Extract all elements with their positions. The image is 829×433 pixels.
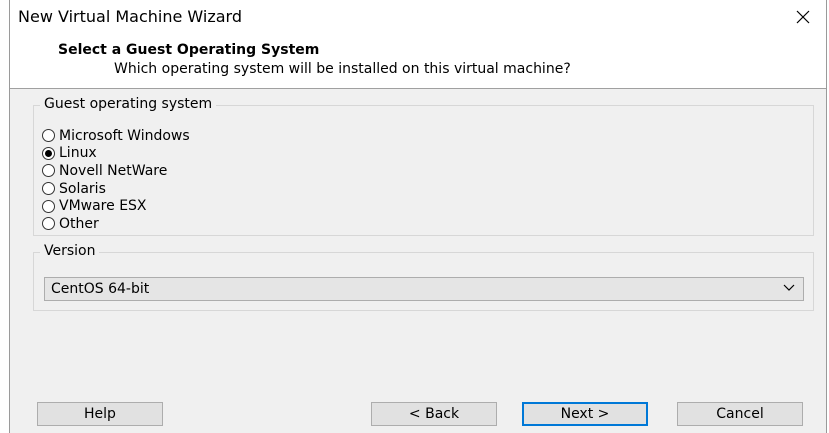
radio-button[interactable]	[42, 217, 55, 231]
radio-button[interactable]	[42, 199, 55, 213]
radio-selected-dot	[45, 149, 52, 157]
cancel-button[interactable]: Cancel	[677, 402, 803, 426]
radio-solaris[interactable]: Solaris	[42, 180, 190, 198]
window-title: New Virtual Machine Wizard	[18, 7, 242, 26]
wizard-body: Guest operating system Microsoft Windows…	[10, 89, 826, 381]
radio-label: Linux	[59, 145, 97, 162]
radio-button[interactable]	[42, 129, 55, 143]
radio-label: Other	[59, 215, 99, 232]
radio-linux[interactable]: Linux	[42, 145, 190, 163]
radio-label: Novell NetWare	[59, 162, 168, 179]
radio-novell-netware[interactable]: Novell NetWare	[42, 162, 190, 180]
radio-vmware-esx[interactable]: VMware ESX	[42, 197, 190, 215]
version-group: Version CentOS 64-bit	[33, 243, 814, 311]
version-legend: Version	[40, 243, 100, 259]
radio-button[interactable]	[42, 182, 55, 196]
radio-other[interactable]: Other	[42, 215, 190, 233]
page-title: Select a Guest Operating System	[58, 42, 320, 58]
back-button[interactable]: < Back	[371, 402, 497, 426]
next-button[interactable]: Next >	[522, 402, 648, 426]
radio-label: VMware ESX	[59, 198, 147, 215]
radio-button[interactable]	[42, 164, 55, 178]
radio-button[interactable]	[42, 146, 55, 160]
radio-label: Solaris	[59, 180, 106, 197]
chevron-down-icon	[783, 284, 795, 291]
wizard-header: Select a Guest Operating System Which op…	[10, 34, 826, 89]
help-button[interactable]: Help	[37, 402, 163, 426]
guest-os-legend: Guest operating system	[40, 96, 217, 112]
radio-microsoft-windows[interactable]: Microsoft Windows	[42, 127, 190, 145]
version-dropdown[interactable]: CentOS 64-bit	[44, 277, 804, 301]
radio-label: Microsoft Windows	[59, 127, 190, 144]
guest-os-radio-list: Microsoft Windows Linux Novell NetWare S…	[42, 127, 190, 233]
title-bar: New Virtual Machine Wizard	[10, 0, 826, 34]
close-button[interactable]	[786, 2, 820, 32]
page-subtitle: Which operating system will be installed…	[114, 61, 571, 77]
wizard-footer: Help < Back Next > Cancel	[10, 381, 826, 433]
close-icon	[796, 10, 810, 24]
guest-os-group: Guest operating system Microsoft Windows…	[33, 96, 814, 236]
version-selected-value: CentOS 64-bit	[51, 281, 150, 297]
wizard-window: New Virtual Machine Wizard Select a Gues…	[9, 0, 827, 433]
